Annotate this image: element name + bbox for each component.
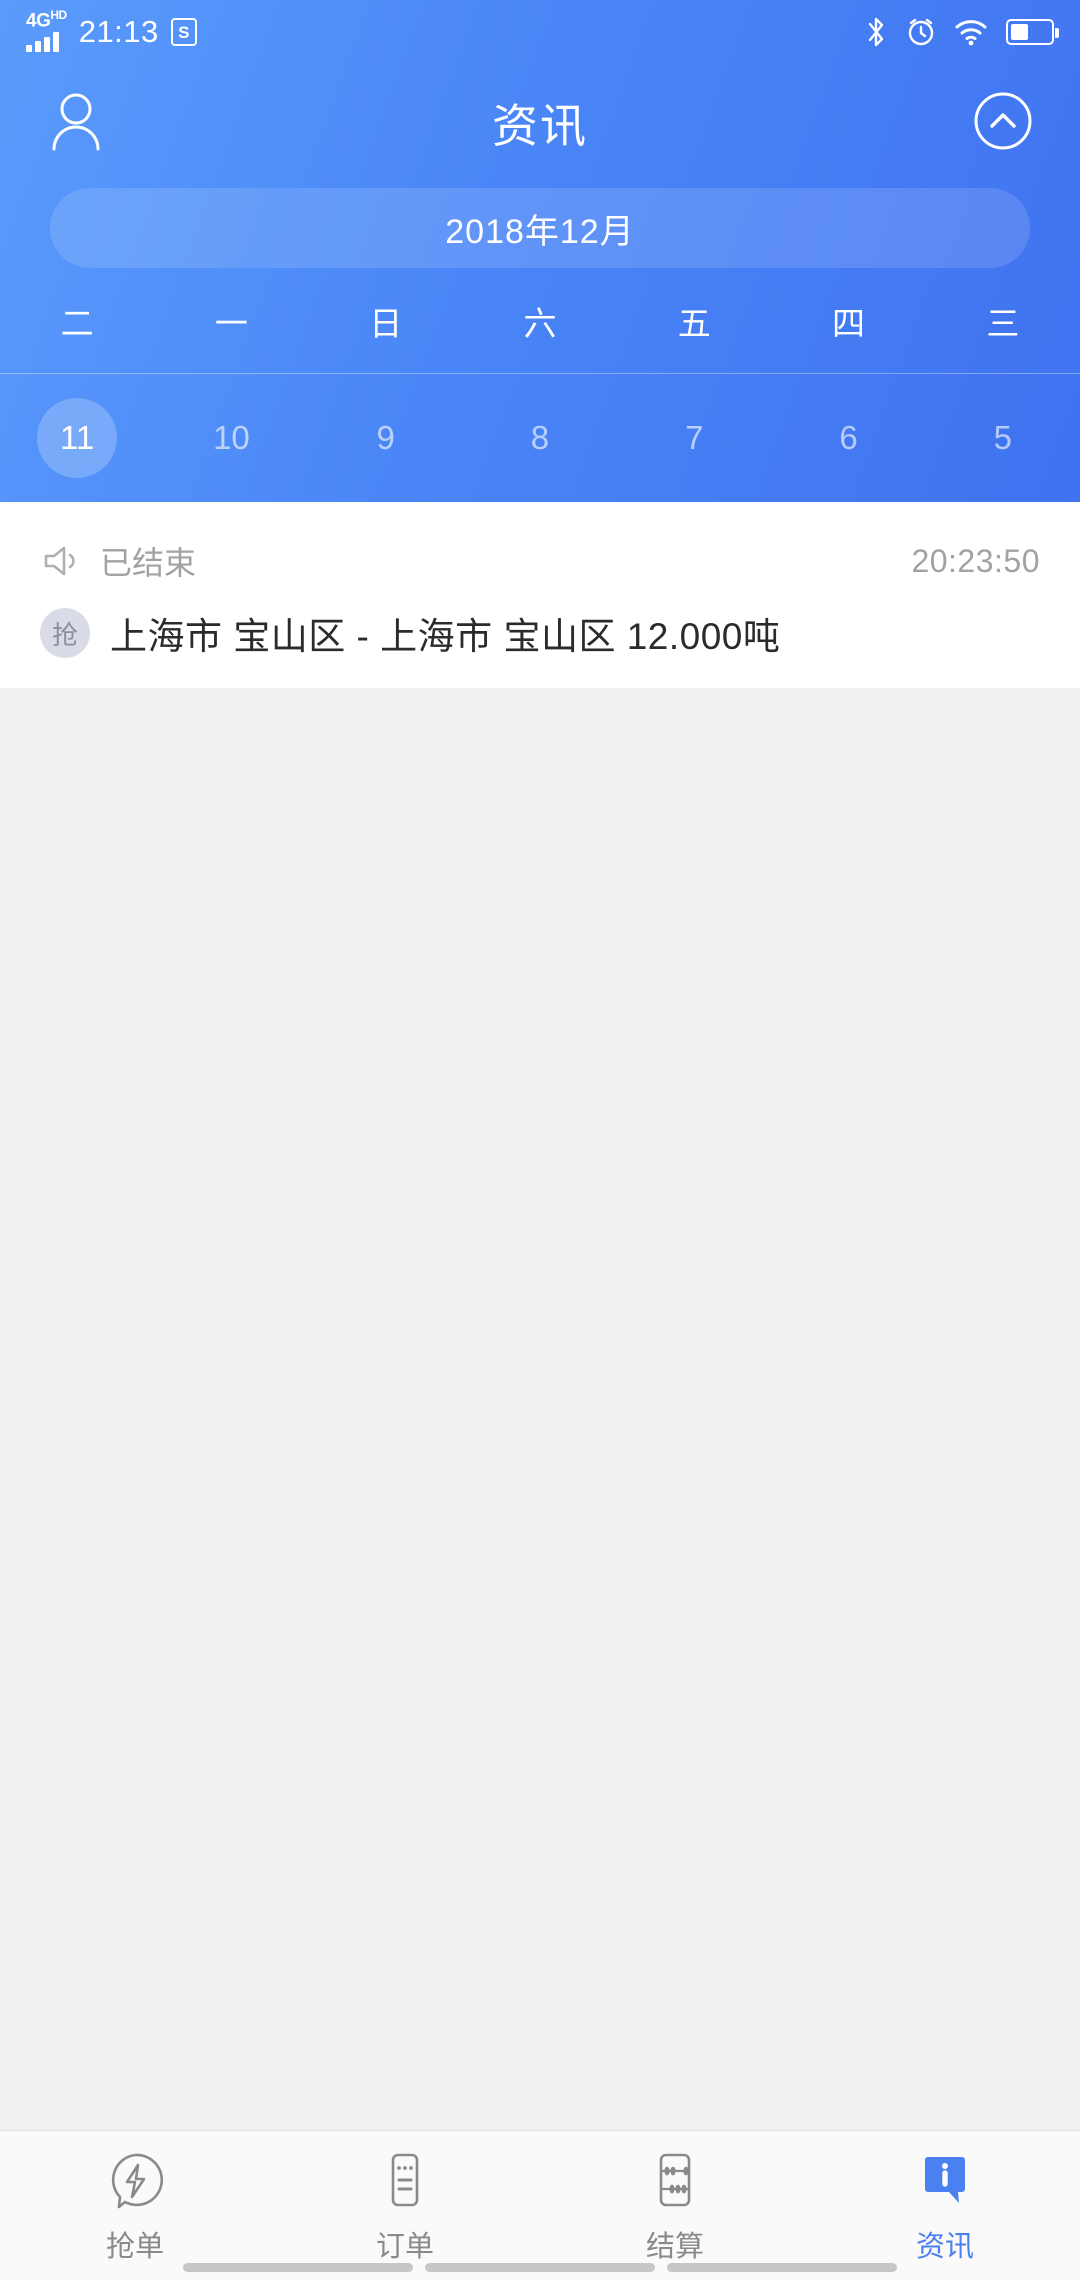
- tab-label: 抢单: [105, 2231, 164, 2263]
- date-cell[interactable]: 11: [0, 398, 154, 478]
- order-list-icon: [376, 2149, 434, 2211]
- gesture-pill[interactable]: [183, 2263, 413, 2272]
- date-chip[interactable]: 6: [809, 398, 889, 478]
- bluetooth-icon: [868, 17, 884, 47]
- gesture-pill[interactable]: [667, 2263, 897, 2272]
- info-bubble-icon: [916, 2149, 974, 2211]
- date-cell[interactable]: 5: [926, 398, 1080, 478]
- weekday-cell: 二: [60, 304, 94, 342]
- date-row: 11 10 9 8 7 6 5: [0, 374, 1080, 502]
- weekday-cell: 六: [523, 304, 557, 342]
- date-chip-selected[interactable]: 11: [37, 398, 118, 478]
- list-item-time: 20:23:50: [911, 542, 1040, 579]
- month-label: 2018年12月: [445, 212, 635, 251]
- tab-label: 结算: [645, 2231, 704, 2263]
- status-bar: 4GHD 21:13 S: [0, 0, 1080, 64]
- gesture-pill[interactable]: [425, 2263, 655, 2272]
- date-chip[interactable]: 8: [500, 398, 580, 478]
- battery-icon: [1006, 19, 1059, 45]
- tab-label: 订单: [375, 2231, 434, 2263]
- status-label: 已结束: [100, 545, 197, 581]
- cellular-indicator: 4GHD: [26, 8, 67, 52]
- list-item[interactable]: 已结束 20:23:50 抢 上海市 宝山区 - 上海市 宝山区 12.000吨: [0, 502, 1080, 688]
- date-cell[interactable]: 9: [309, 398, 463, 478]
- tab-news[interactable]: 资讯: [810, 2149, 1080, 2265]
- weekday-cell: 五: [677, 304, 711, 342]
- profile-icon[interactable]: [46, 89, 106, 158]
- wifi-icon: [955, 20, 987, 46]
- nav-bar: 资讯: [0, 64, 1080, 182]
- network-type-label: 4GHD: [26, 7, 67, 31]
- date-chip[interactable]: 5: [963, 398, 1043, 478]
- date-cell[interactable]: 8: [463, 398, 617, 478]
- alarm-icon: [908, 18, 934, 46]
- weekday-cell: 一: [214, 304, 248, 342]
- chevron-up-circle-icon[interactable]: [972, 90, 1034, 157]
- date-cell[interactable]: 6: [771, 398, 925, 478]
- date-chip[interactable]: 9: [346, 398, 426, 478]
- status-bar-left: 4GHD 21:13 S: [26, 8, 197, 52]
- route-text: 上海市 宝山区 - 上海市 宝山区 12.000吨: [110, 616, 781, 657]
- megaphone-icon: [44, 546, 75, 576]
- month-selector[interactable]: 2018年12月: [50, 188, 1030, 268]
- list-item-status: 已结束: [40, 538, 196, 584]
- signal-bars-icon: [26, 32, 67, 52]
- list-item-body: 抢 上海市 宝山区 - 上海市 宝山区 12.000吨: [0, 584, 1080, 666]
- abacus-icon: [646, 2149, 704, 2211]
- sim-s-icon: S: [170, 18, 197, 46]
- app-root: 4GHD 21:13 S 资讯 2018年12月 二 一 日 六 五 四 三 1…: [0, 0, 1080, 2280]
- month-selector-row: 2018年12月: [0, 182, 1080, 268]
- status-bar-right: [864, 17, 1059, 47]
- tab-orders[interactable]: 订单: [270, 2149, 540, 2265]
- content-area: 已结束 20:23:50 抢 上海市 宝山区 - 上海市 宝山区 12.000吨: [0, 502, 1080, 2130]
- date-cell[interactable]: 10: [154, 398, 308, 478]
- lightning-bubble-icon: [106, 2149, 164, 2211]
- weekday-row: 二 一 日 六 五 四 三: [0, 268, 1080, 374]
- date-chip[interactable]: 10: [191, 398, 271, 478]
- header-block: 4GHD 21:13 S 资讯 2018年12月 二 一 日 六 五 四 三 1…: [0, 0, 1080, 502]
- weekday-cell: 三: [986, 304, 1020, 342]
- weekday-cell: 四: [832, 304, 866, 342]
- date-cell[interactable]: 7: [617, 398, 771, 478]
- bottom-tab-bar: 抢单 订单 结算 资讯: [0, 2130, 1080, 2280]
- page-title: 资讯: [492, 100, 588, 152]
- gesture-nav-bar: [0, 2263, 1080, 2272]
- tab-label: 资讯: [915, 2231, 974, 2263]
- status-clock: 21:13: [78, 14, 159, 49]
- weekday-cell: 日: [369, 304, 403, 342]
- date-chip[interactable]: 7: [654, 398, 734, 478]
- grab-badge: 抢: [40, 608, 90, 658]
- tab-settlement[interactable]: 结算: [540, 2149, 810, 2265]
- list-item-header: 已结束 20:23:50: [0, 502, 1080, 584]
- tab-grab-orders[interactable]: 抢单: [0, 2149, 270, 2265]
